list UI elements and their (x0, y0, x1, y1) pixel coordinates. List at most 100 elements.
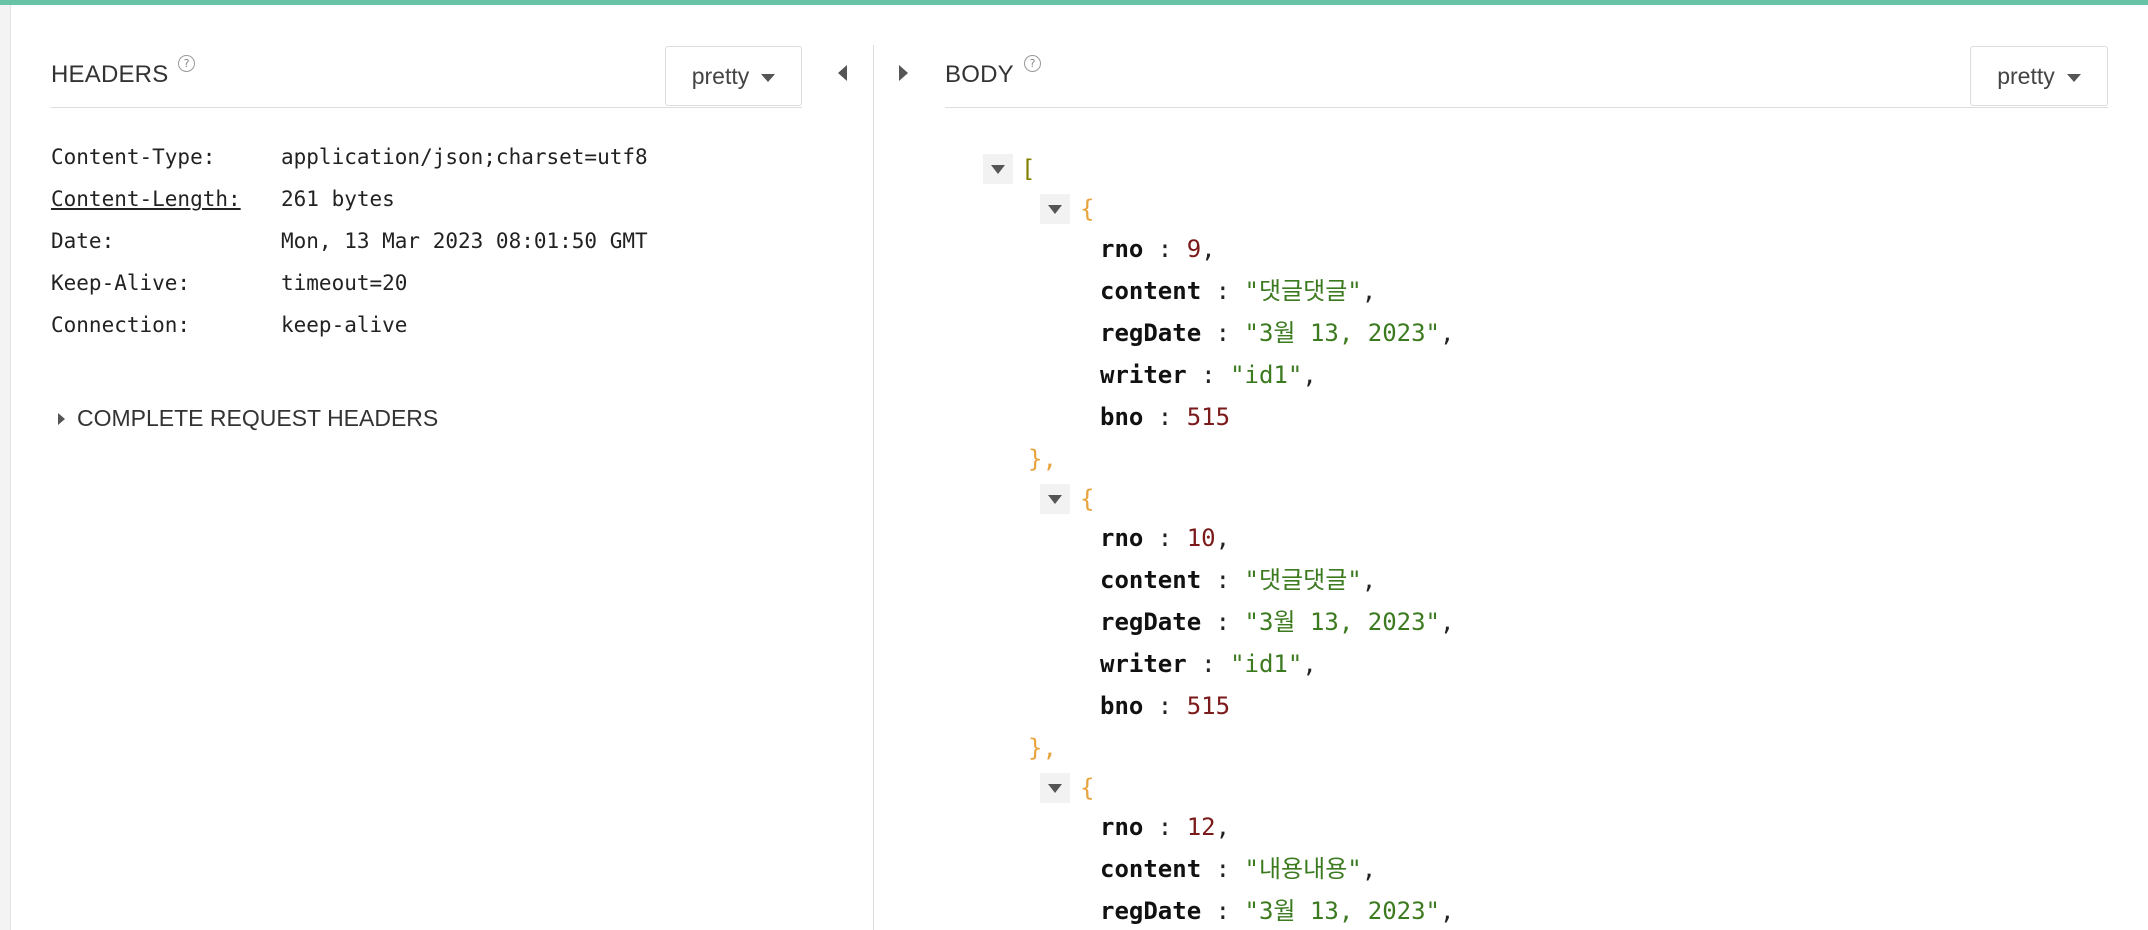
json-property: writer : "id1", (1100, 647, 1317, 681)
json-comma: , (1302, 650, 1317, 678)
json-comma: , (1440, 897, 1455, 925)
header-value: 261 bytes (281, 187, 395, 211)
caret-down-icon (761, 73, 776, 82)
json-key-separator: : (1201, 566, 1245, 594)
json-key: writer (1100, 361, 1187, 389)
json-number: 9 (1186, 235, 1202, 263)
json-key: rno (1100, 813, 1144, 841)
header-name: Keep-Alive: (51, 271, 191, 295)
json-key-separator: : (1143, 692, 1187, 720)
json-property: regDate : "3월 13, 2023", (1100, 316, 1454, 350)
json-key-separator: : (1201, 277, 1245, 305)
collapse-object-toggle[interactable] (1040, 773, 1070, 803)
header-name: Content-Type: (51, 145, 216, 169)
json-open-brace: { (1080, 774, 1095, 802)
json-comma: , (1215, 524, 1231, 552)
collapse-left-pane-icon[interactable] (838, 65, 847, 81)
headers-format-dropdown[interactable]: pretty (665, 46, 802, 106)
caret-down-icon (2066, 73, 2081, 82)
json-number: 12 (1186, 813, 1216, 841)
json-property: content : "댓글댓글", (1100, 274, 1376, 308)
header-name-link[interactable]: Content-Length: (51, 184, 241, 214)
headers-format-label: pretty (691, 62, 750, 89)
json-property: regDate : "3월 13, 2023", (1100, 605, 1454, 639)
json-comma: , (1361, 855, 1377, 883)
json-comma: , (1440, 608, 1455, 636)
json-key: regDate (1100, 897, 1202, 925)
json-key: content (1100, 277, 1202, 305)
json-string: "댓글댓글" (1244, 566, 1362, 594)
body-title-rule (945, 107, 2108, 108)
pane-divider[interactable] (873, 45, 874, 930)
json-key: rno (1100, 235, 1144, 263)
json-key: writer (1100, 650, 1187, 678)
json-property: rno : 9, (1100, 232, 1216, 266)
json-key-separator: : (1201, 855, 1245, 883)
body-format-dropdown[interactable]: pretty (1970, 46, 2108, 106)
json-property: rno : 10, (1100, 521, 1230, 555)
collapse-array-toggle[interactable] (983, 154, 1013, 184)
header-value: timeout=20 (281, 271, 408, 295)
json-comma: , (1440, 319, 1455, 347)
json-number: 515 (1186, 692, 1231, 720)
expand-right-pane-icon[interactable] (899, 65, 908, 81)
header-value: Mon, 13 Mar 2023 08:01:50 GMT (281, 229, 648, 253)
json-property: content : "댓글댓글", (1100, 563, 1376, 597)
json-key-separator: : (1143, 524, 1187, 552)
body-title: BODY (945, 61, 1014, 88)
headers-title: HEADERS (51, 61, 169, 88)
json-open-bracket: [ (1021, 155, 1036, 183)
help-icon[interactable]: ? (1024, 55, 1041, 72)
json-number: 515 (1186, 403, 1231, 431)
json-key: content (1100, 566, 1202, 594)
json-string: "id1" (1230, 650, 1303, 678)
json-string: "내용내용" (1244, 855, 1362, 883)
json-key: regDate (1100, 608, 1202, 636)
json-string: "3월 13, 2023" (1244, 608, 1440, 636)
json-key-separator: : (1186, 361, 1231, 389)
json-key-separator: : (1143, 813, 1187, 841)
chevron-right-icon (58, 412, 65, 425)
json-number: 10 (1186, 524, 1216, 552)
json-key-separator: : (1201, 319, 1245, 347)
json-key-separator: : (1186, 650, 1231, 678)
help-icon[interactable]: ? (178, 55, 195, 72)
collapse-object-toggle[interactable] (1040, 484, 1070, 514)
json-property: content : "내용내용", (1100, 852, 1376, 886)
accent-top-bar (0, 0, 2148, 5)
json-comma: , (1302, 361, 1317, 389)
json-key-separator: : (1201, 608, 1245, 636)
json-property: bno : 515 (1100, 689, 1230, 723)
json-property: regDate : "3월 13, 2023", (1100, 894, 1454, 928)
json-key: regDate (1100, 319, 1202, 347)
body-format-label: pretty (1997, 62, 2055, 89)
header-name: Date: (51, 229, 115, 253)
json-comma: , (1215, 813, 1231, 841)
json-open-brace: { (1080, 195, 1095, 223)
json-property: writer : "id1", (1100, 358, 1317, 392)
json-close-brace: }, (1028, 445, 1057, 473)
header-value: keep-alive (281, 313, 408, 337)
json-comma: , (1361, 277, 1377, 305)
header-value: application/json;charset=utf8 (281, 145, 648, 169)
json-key: bno (1100, 403, 1144, 431)
collapse-object-toggle[interactable] (1040, 194, 1070, 224)
json-close-brace: }, (1028, 734, 1057, 762)
json-open-brace: { (1080, 485, 1095, 513)
json-property: rno : 12, (1100, 810, 1230, 844)
json-string: "id1" (1230, 361, 1303, 389)
json-property: bno : 515 (1100, 400, 1230, 434)
headers-title-rule (51, 107, 802, 108)
complete-request-headers-toggle[interactable]: COMPLETE REQUEST HEADERS (58, 405, 438, 432)
left-edge-gutter (0, 5, 11, 930)
json-string: "댓글댓글" (1244, 277, 1362, 305)
json-key: rno (1100, 524, 1144, 552)
json-key: content (1100, 855, 1202, 883)
complete-request-headers-label: COMPLETE REQUEST HEADERS (77, 405, 439, 431)
json-key: bno (1100, 692, 1144, 720)
json-key-separator: : (1143, 403, 1187, 431)
json-comma: , (1201, 235, 1216, 263)
json-string: "3월 13, 2023" (1244, 897, 1440, 925)
json-comma: , (1361, 566, 1377, 594)
json-key-separator: : (1201, 897, 1245, 925)
